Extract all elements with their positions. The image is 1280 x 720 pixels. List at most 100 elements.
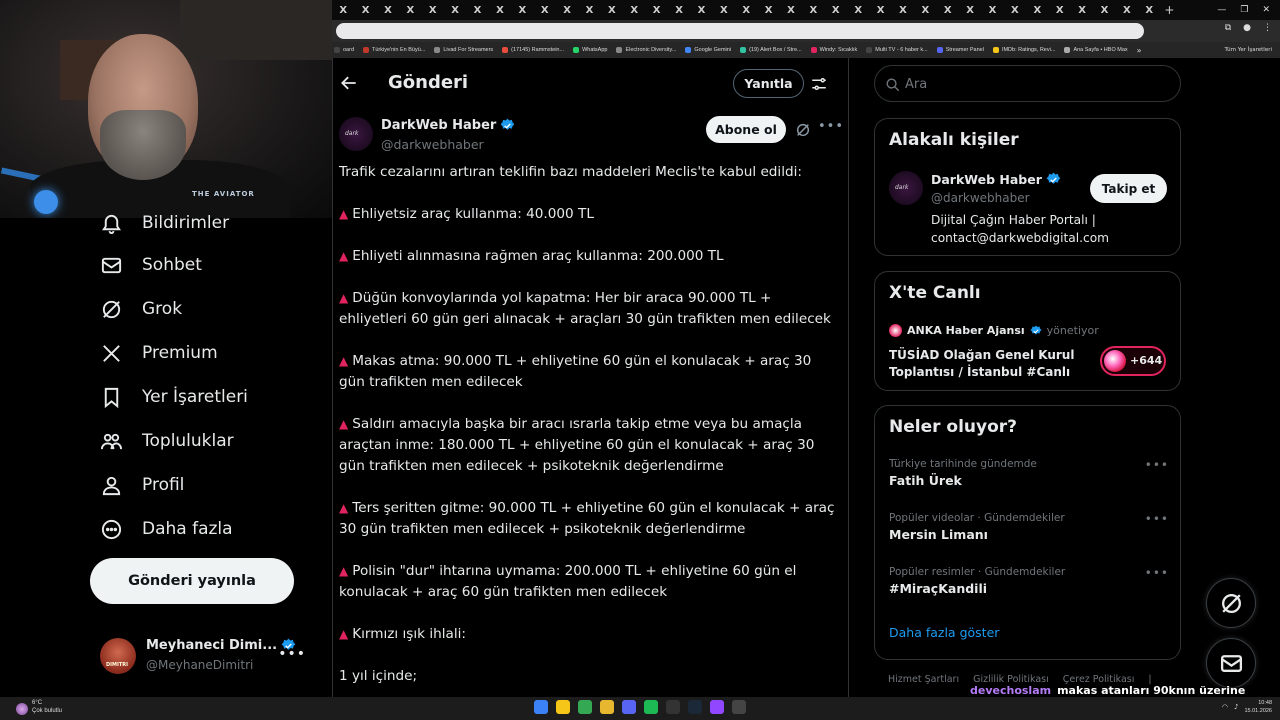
- tab-close-icon[interactable]: X: [601, 5, 623, 16]
- search-input[interactable]: [905, 73, 1165, 95]
- all-bookmarks-folder[interactable]: Tüm Yer İşaretleri: [1225, 47, 1280, 53]
- spotify-icon[interactable]: [644, 700, 658, 714]
- subscribe-button[interactable]: Abone ol: [706, 116, 786, 143]
- tab-close-icon[interactable]: X: [981, 5, 1003, 16]
- avatar[interactable]: dark: [339, 117, 373, 151]
- tab-close-icon[interactable]: X: [489, 5, 511, 16]
- trend-item[interactable]: Türkiye tarihinde gündemde Fatih Ürek ••…: [889, 458, 1169, 498]
- new-tab-icon[interactable]: +: [1160, 3, 1178, 17]
- steam-icon[interactable]: [688, 700, 702, 714]
- tab-close-icon[interactable]: X: [757, 5, 779, 16]
- bookmark-item[interactable]: Electronic Diversity...: [616, 47, 676, 53]
- tab-close-icon[interactable]: X: [892, 5, 914, 16]
- tab-close-icon[interactable]: X: [511, 5, 533, 16]
- bookmark-item[interactable]: IMDb: Ratings, Revi...: [992, 47, 1055, 53]
- grok-icon[interactable]: [795, 122, 811, 138]
- volume-icon[interactable]: ♪: [1234, 703, 1238, 711]
- system-clock[interactable]: 10:48 15.01.2026: [1244, 699, 1272, 715]
- bookmark-item[interactable]: Windy: Sıcaklık: [810, 47, 857, 53]
- tab-close-icon[interactable]: X: [645, 5, 667, 16]
- menu-icon[interactable]: ⋮: [1263, 23, 1272, 33]
- tab-close-icon[interactable]: X: [354, 5, 376, 16]
- trend-item[interactable]: Popüler videolar · Gündemdekiler Mersin …: [889, 512, 1169, 552]
- tab-close-icon[interactable]: X: [802, 5, 824, 16]
- tab-close-icon[interactable]: X: [668, 5, 690, 16]
- folder-icon[interactable]: [600, 700, 614, 714]
- post-author-name-row[interactable]: DarkWeb Haber: [381, 118, 515, 133]
- tab-close-icon[interactable]: X: [713, 5, 735, 16]
- nav-item-notifications[interactable]: Bildirimler: [100, 210, 229, 236]
- tab-close-icon[interactable]: X: [1049, 5, 1071, 16]
- nav-item-chat[interactable]: Sohbet: [100, 252, 202, 278]
- tab-close-icon[interactable]: X: [1138, 5, 1160, 16]
- reply-button[interactable]: Yanıtla: [733, 69, 804, 98]
- streaming-app-icon[interactable]: [710, 700, 724, 714]
- tab-close-icon[interactable]: X: [825, 5, 847, 16]
- post-author-handle[interactable]: @darkwebhaber: [381, 137, 484, 152]
- settings-app-icon[interactable]: [732, 700, 746, 714]
- post-button[interactable]: Gönderi yayınla: [90, 558, 294, 604]
- bookmark-item[interactable]: oard: [334, 47, 354, 53]
- tab-close-icon[interactable]: X: [1026, 5, 1048, 16]
- nav-item-more[interactable]: Daha fazla: [100, 516, 233, 542]
- messages-floating-button[interactable]: [1206, 638, 1256, 688]
- tab-close-icon[interactable]: X: [914, 5, 936, 16]
- nav-item-premium[interactable]: Premium: [100, 340, 218, 366]
- bookmark-item[interactable]: Ana Sayfa • HBO Max: [1064, 47, 1128, 53]
- url-field[interactable]: [336, 23, 1144, 39]
- more-dots-icon[interactable]: •••: [278, 646, 306, 662]
- live-listeners-pill[interactable]: +644: [1100, 346, 1166, 376]
- tab-close-icon[interactable]: X: [556, 5, 578, 16]
- extensions-icon[interactable]: ⧉: [1225, 23, 1231, 33]
- wifi-icon[interactable]: ◠: [1222, 703, 1228, 711]
- tab-close-icon[interactable]: X: [578, 5, 600, 16]
- profile-chrome-icon[interactable]: ●: [1243, 23, 1251, 33]
- live-stream-title[interactable]: TÜSİAD Olağan Genel Kurul Toplantısı / İ…: [889, 347, 1089, 381]
- back-arrow-icon[interactable]: [339, 73, 359, 93]
- chrome-icon[interactable]: [578, 700, 592, 714]
- tab-close-icon[interactable]: X: [690, 5, 712, 16]
- tab-close-icon[interactable]: X: [534, 5, 556, 16]
- nav-item-bookmarks[interactable]: Yer İşaretleri: [100, 384, 248, 410]
- account-switcher[interactable]: DIMITRI Meyhaneci Dimi... @MeyhaneDimitr…: [100, 636, 312, 676]
- tab-close-icon[interactable]: X: [735, 5, 757, 16]
- tab-close-icon[interactable]: X: [780, 5, 802, 16]
- window-close-icon[interactable]: ✕: [1262, 5, 1270, 15]
- minimize-icon[interactable]: —: [1217, 5, 1226, 15]
- nav-item-profile[interactable]: Profil: [100, 472, 184, 498]
- bookmarks-overflow-icon[interactable]: »: [1137, 46, 1142, 55]
- tab-close-icon[interactable]: X: [1116, 5, 1138, 16]
- show-more-link[interactable]: Daha fazla göster: [889, 625, 999, 640]
- grok-floating-button[interactable]: [1206, 578, 1256, 628]
- follow-button[interactable]: Takip et: [1090, 174, 1167, 203]
- tab-close-icon[interactable]: X: [1004, 5, 1026, 16]
- bookmark-item[interactable]: Türkiye'nin En Büyü...: [363, 47, 425, 53]
- tab-close-icon[interactable]: X: [422, 5, 444, 16]
- tab-close-icon[interactable]: X: [959, 5, 981, 16]
- epic-games-icon[interactable]: [666, 700, 680, 714]
- more-dots-icon[interactable]: •••: [818, 119, 844, 134]
- related-name-row[interactable]: DarkWeb Haber: [931, 172, 1061, 187]
- bookmark-item[interactable]: Livad For Streamers: [434, 47, 493, 53]
- tab-close-icon[interactable]: X: [444, 5, 466, 16]
- bookmark-item[interactable]: (17145) Rammstein...: [502, 47, 564, 53]
- tab-close-icon[interactable]: X: [399, 5, 421, 16]
- tab-close-icon[interactable]: X: [847, 5, 869, 16]
- windows-start-icon[interactable]: [534, 700, 548, 714]
- maximize-icon[interactable]: ❐: [1240, 5, 1248, 15]
- search-taskbar-icon[interactable]: [556, 700, 570, 714]
- trend-item[interactable]: Popüler resimler · Gündemdekiler #MiraçK…: [889, 566, 1169, 606]
- bookmark-item[interactable]: (19) Alert Box / Stre...: [740, 47, 802, 53]
- tab-close-icon[interactable]: X: [623, 5, 645, 16]
- nav-item-grok[interactable]: Grok: [100, 296, 182, 322]
- bookmark-item[interactable]: WhatsApp: [573, 47, 607, 53]
- nav-item-communities[interactable]: Topluluklar: [100, 428, 234, 454]
- bookmark-item[interactable]: Google Gemini: [685, 47, 731, 53]
- tab-close-icon[interactable]: X: [466, 5, 488, 16]
- tab-close-icon[interactable]: X: [937, 5, 959, 16]
- footer-link[interactable]: Hizmet Şartları: [888, 674, 959, 685]
- more-dots-icon[interactable]: •••: [1145, 458, 1169, 472]
- bookmark-item[interactable]: Streamer Panel: [936, 47, 984, 53]
- tab-close-icon[interactable]: X: [1071, 5, 1093, 16]
- more-dots-icon[interactable]: •••: [1145, 512, 1169, 526]
